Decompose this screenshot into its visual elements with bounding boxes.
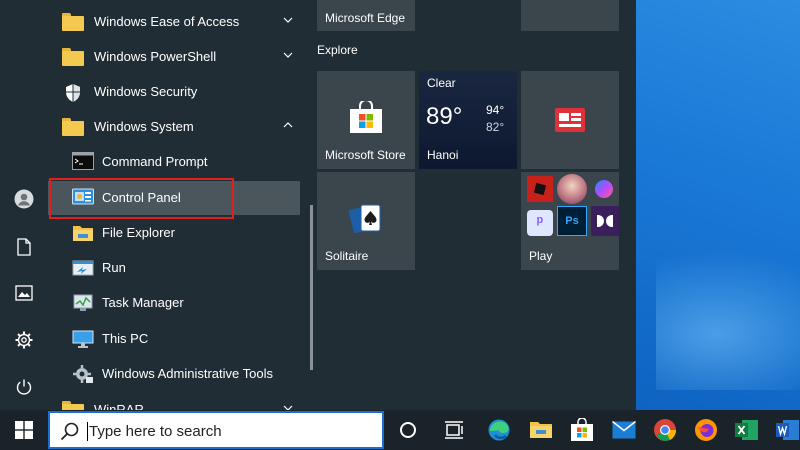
weather-temp: 89° [426, 103, 463, 130]
shield-icon [62, 82, 84, 102]
tile-solitaire[interactable]: Solitaire [317, 172, 415, 270]
solitaire-cards-icon [348, 204, 381, 234]
app-file-explorer[interactable]: File Explorer [48, 216, 300, 250]
excel-icon[interactable] [727, 410, 767, 450]
document-icon[interactable] [0, 227, 48, 267]
start-rail [0, 0, 48, 410]
tile-weather[interactable]: Clear 89° 94° 82° Hanoi [419, 71, 517, 169]
tile-microsoft-edge[interactable]: Microsoft Edge [317, 0, 415, 31]
desktop-background [636, 0, 800, 410]
app-windows-security[interactable]: Windows Security [48, 75, 300, 109]
app-this-pc[interactable]: This PC [48, 322, 300, 356]
admin-tools-icon [72, 364, 94, 384]
pictures-icon[interactable] [0, 273, 48, 313]
weather-high: 94° [486, 103, 505, 117]
windows-start-icon[interactable] [4, 410, 44, 450]
run-icon [72, 258, 94, 278]
start-menu: Windows Ease of Access Windows PowerShel… [0, 0, 636, 410]
app-windows-system[interactable]: Windows System [48, 110, 300, 144]
folder-icon [62, 12, 84, 32]
file-explorer-icon[interactable] [521, 410, 561, 450]
app-task-manager[interactable]: Task Manager [48, 286, 300, 320]
picsart-icon: ᵖ [527, 210, 553, 236]
folder-icon [62, 117, 84, 137]
app-windows-administrative-tools[interactable]: Windows Administrative Tools [48, 357, 300, 391]
chevron-down-icon [283, 405, 293, 410]
command-prompt-icon [72, 152, 94, 172]
tile-top-right[interactable] [521, 0, 619, 31]
tile-play-folder[interactable]: ᵖ Ps Play [521, 172, 619, 270]
roblox-icon [527, 176, 553, 202]
highlight-box [49, 178, 234, 219]
app-windows-powershell[interactable]: Windows PowerShell [48, 40, 300, 74]
tile-microsoft-store[interactable]: Microsoft Store [317, 71, 415, 169]
folder-icon [62, 47, 84, 67]
cortana-icon[interactable] [388, 410, 428, 450]
firefox-icon[interactable] [686, 410, 726, 450]
store-bag-icon [350, 101, 382, 133]
mail-icon[interactable] [604, 410, 644, 450]
chevron-up-icon [283, 122, 293, 128]
weather-city: Hanoi [427, 148, 459, 162]
game-avatar-icon [557, 174, 587, 204]
app-list-scrollbar[interactable] [310, 205, 313, 370]
group-title-explore: Explore [317, 43, 358, 57]
chevron-down-icon [283, 52, 293, 58]
app-winrar[interactable]: WinRAR [48, 393, 300, 410]
taskbar-search-box[interactable]: Type here to search [48, 411, 384, 449]
power-icon[interactable] [0, 367, 48, 407]
task-view-icon[interactable] [434, 410, 474, 450]
app-run[interactable]: Run [48, 251, 300, 285]
messenger-icon [595, 180, 613, 198]
search-placeholder: Type here to search [89, 423, 222, 440]
text-cursor [87, 422, 88, 441]
weather-low: 82° [486, 120, 505, 134]
task-manager-icon [72, 293, 94, 313]
chrome-icon[interactable] [645, 410, 685, 450]
weather-condition: Clear [427, 76, 456, 90]
dolby-icon [591, 206, 619, 236]
user-icon[interactable] [0, 179, 48, 219]
word-icon[interactable] [768, 410, 800, 450]
chevron-down-icon [283, 17, 293, 23]
file-explorer-icon [72, 223, 94, 243]
news-icon [555, 108, 585, 132]
edge-icon[interactable] [479, 410, 519, 450]
app-command-prompt[interactable]: Command Prompt [48, 145, 300, 179]
search-icon [60, 422, 79, 441]
folder-icon [62, 400, 84, 410]
store-icon[interactable] [562, 410, 602, 450]
tile-news[interactable] [521, 71, 619, 169]
computer-icon [72, 329, 94, 349]
photoshop-icon: Ps [557, 206, 587, 236]
settings-icon[interactable] [0, 320, 48, 360]
app-windows-ease-of-access[interactable]: Windows Ease of Access [48, 5, 300, 39]
